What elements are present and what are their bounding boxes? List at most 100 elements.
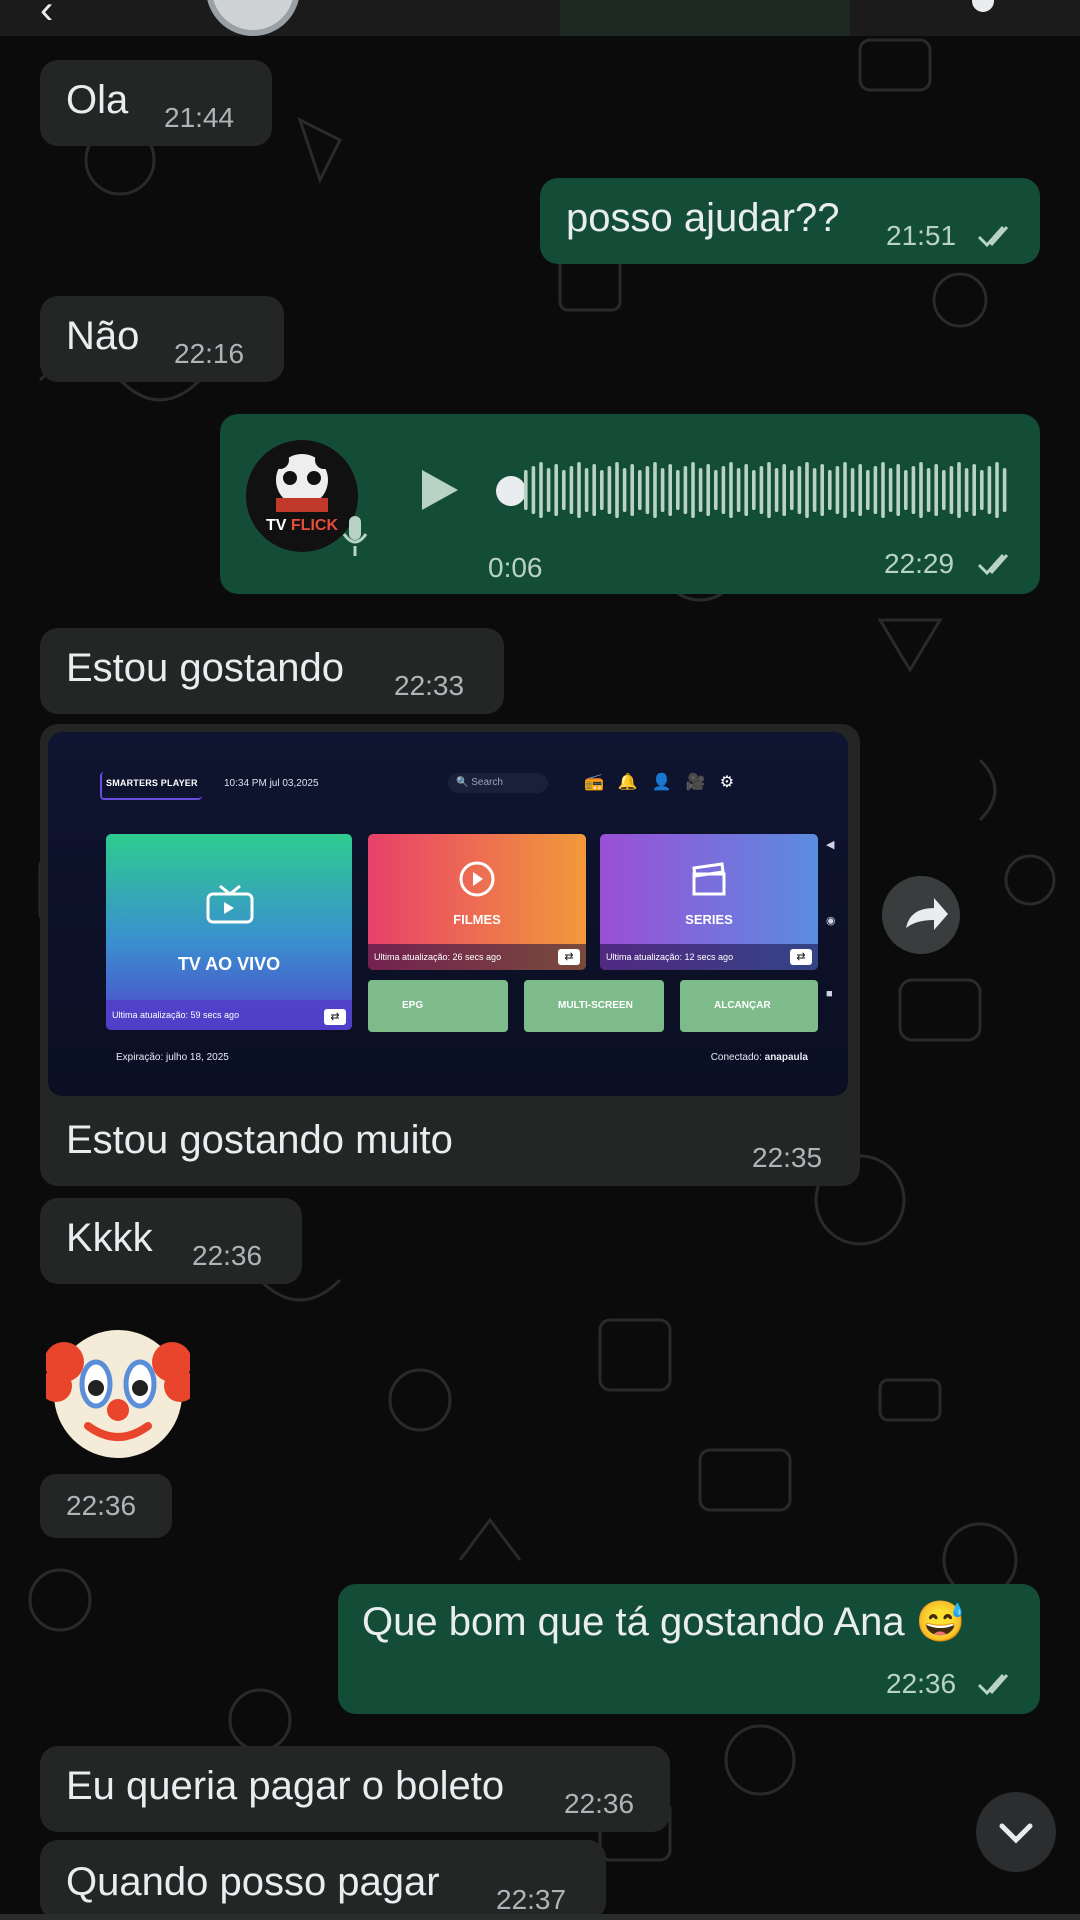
live-tv-card: TV AO VIVO Ultima atualização: 59 secs a… bbox=[106, 834, 352, 1030]
waveform-bar bbox=[698, 468, 703, 512]
waveform-bar bbox=[790, 470, 794, 510]
waveform-bar bbox=[888, 468, 893, 512]
series-update: Ultima atualização: 12 secs ago ⇄ bbox=[600, 944, 818, 970]
message-incoming[interactable]: Não 22:16 bbox=[40, 296, 284, 382]
waveform-bar bbox=[980, 470, 984, 510]
waveform-bar bbox=[942, 470, 946, 510]
waveform-bar bbox=[812, 468, 817, 512]
message-incoming[interactable]: Quando posso pagar 22:37 bbox=[40, 1840, 606, 1920]
refresh-icon: ⇄ bbox=[790, 949, 812, 965]
waveform-bar bbox=[736, 468, 741, 512]
waveform-bar bbox=[957, 462, 961, 518]
share-icon bbox=[906, 898, 948, 930]
waveform-bar bbox=[607, 466, 612, 514]
voice-duration: 0:06 bbox=[488, 552, 543, 583]
waveform-bar bbox=[706, 464, 710, 516]
waveform-bar bbox=[577, 462, 581, 518]
waveform-bar bbox=[904, 470, 908, 510]
waveform-bar bbox=[638, 470, 642, 510]
scroll-to-bottom-button[interactable] bbox=[976, 1792, 1056, 1872]
share-button[interactable] bbox=[882, 876, 960, 954]
waveform-bar bbox=[995, 462, 999, 518]
message-incoming[interactable]: Estou gostando 22:33 bbox=[40, 628, 504, 714]
message-time: 22:16 bbox=[174, 338, 245, 369]
message-text: Eu queria pagar o boleto bbox=[66, 1764, 505, 1808]
waveform-bar bbox=[843, 462, 847, 518]
movies-update: Ultima atualização: 26 secs ago ⇄ bbox=[368, 944, 586, 970]
waveform-bar bbox=[645, 466, 650, 514]
message-time-pill: 22:36 bbox=[40, 1474, 172, 1538]
chevron-down-icon bbox=[999, 1823, 1033, 1844]
waveform-bar bbox=[964, 468, 969, 512]
double-check-icon bbox=[977, 1674, 1009, 1696]
message-incoming[interactable]: Ola 21:44 bbox=[40, 60, 272, 146]
refresh-icon: ⇄ bbox=[324, 1009, 346, 1025]
waveform-bar bbox=[896, 464, 900, 516]
waveform-bar bbox=[858, 464, 862, 516]
waveform-bar bbox=[660, 468, 665, 512]
live-tv-update-text: Ultima atualização: 59 secs ago bbox=[112, 1010, 240, 1020]
message-time: 22:35 bbox=[752, 1142, 823, 1173]
message-outgoing[interactable]: Que bom que tá gostando Ana 😅 22:36 bbox=[338, 1584, 1040, 1714]
waveform-bar bbox=[881, 462, 885, 518]
multi-screen-card: MULTI-SCREEN bbox=[524, 980, 664, 1032]
double-check-icon bbox=[977, 554, 1009, 576]
waveform-bar bbox=[524, 470, 528, 510]
waveform-bar bbox=[714, 470, 718, 510]
bottom-strip bbox=[0, 1914, 1080, 1920]
message-time: 21:51 bbox=[886, 220, 957, 251]
tv-search-input: 🔍 Search bbox=[448, 773, 548, 793]
waveform-bar bbox=[835, 466, 840, 514]
live-tv-update: Ultima atualização: 59 secs ago ⇄ bbox=[106, 1000, 352, 1030]
message-time: 21:44 bbox=[164, 102, 235, 133]
message-time: 22:36 bbox=[66, 1490, 137, 1521]
tv-app-screenshot[interactable]: SMARTERS PLAYER 10:34 PM jul 03,2025 🔍 S… bbox=[48, 732, 848, 1096]
waveform-bar bbox=[554, 464, 558, 516]
waveform-bar bbox=[744, 464, 748, 516]
message-text: Estou gostando bbox=[66, 646, 344, 690]
chat-header: ‹ bbox=[0, 0, 1080, 36]
tv-toolbar-icons: 📻🔔👤🎥⚙ bbox=[584, 774, 749, 791]
message-outgoing[interactable]: posso ajudar?? 21:51 bbox=[540, 178, 1040, 264]
waveform-bar bbox=[767, 462, 771, 518]
waveform-bar bbox=[600, 470, 604, 510]
live-tv-title: TV AO VIVO bbox=[177, 954, 281, 974]
tv-icon bbox=[206, 884, 254, 924]
back-arrow-icon[interactable]: ‹ bbox=[40, 0, 53, 30]
message-incoming[interactable]: Eu queria pagar o boleto 22:36 bbox=[40, 1746, 670, 1832]
waveform-bar bbox=[926, 468, 931, 512]
play-icon[interactable] bbox=[418, 466, 462, 514]
waveform-bar bbox=[668, 464, 672, 516]
playback-scrubber[interactable] bbox=[496, 476, 526, 506]
series-update-text: Ultima atualização: 12 secs ago bbox=[606, 952, 734, 962]
series-title: SERIES bbox=[685, 912, 733, 927]
message-incoming[interactable]: Kkkk 22:36 bbox=[40, 1198, 302, 1284]
epg-card: EPG bbox=[368, 980, 508, 1032]
waveform-bar bbox=[828, 470, 832, 510]
message-time: 22:36 bbox=[192, 1240, 263, 1271]
message-text: Ola bbox=[66, 78, 129, 122]
waveform-bar bbox=[676, 470, 680, 510]
waveform-bar bbox=[774, 468, 779, 512]
message-time: 22:33 bbox=[394, 670, 465, 701]
waveform-bar bbox=[873, 466, 878, 514]
side-indicator: ■ bbox=[826, 988, 833, 1000]
waveform-bar bbox=[987, 466, 992, 514]
waveform-bar bbox=[691, 462, 695, 518]
menu-icon[interactable] bbox=[972, 0, 994, 12]
waveform-bar bbox=[569, 466, 574, 514]
svg-text:TV FLICK: TV FLICK bbox=[266, 517, 338, 534]
clown-emoji[interactable] bbox=[46, 1322, 190, 1462]
movies-update-text: Ultima atualização: 26 secs ago bbox=[374, 952, 502, 962]
waveform-bar bbox=[911, 466, 916, 514]
message-text: Não bbox=[66, 314, 140, 358]
waveform-bar bbox=[752, 470, 756, 510]
voice-message[interactable]: TV FLICK 0:06 22:29 bbox=[220, 414, 1040, 594]
message-time: 22:29 bbox=[884, 548, 955, 579]
voice-waveform[interactable] bbox=[524, 458, 1014, 522]
message-time: 22:36 bbox=[564, 1788, 635, 1819]
waveform-bar bbox=[622, 468, 627, 512]
waveform-bar bbox=[949, 466, 954, 514]
image-message[interactable]: SMARTERS PLAYER 10:34 PM jul 03,2025 🔍 S… bbox=[40, 724, 860, 1186]
contact-avatar[interactable] bbox=[206, 0, 300, 36]
